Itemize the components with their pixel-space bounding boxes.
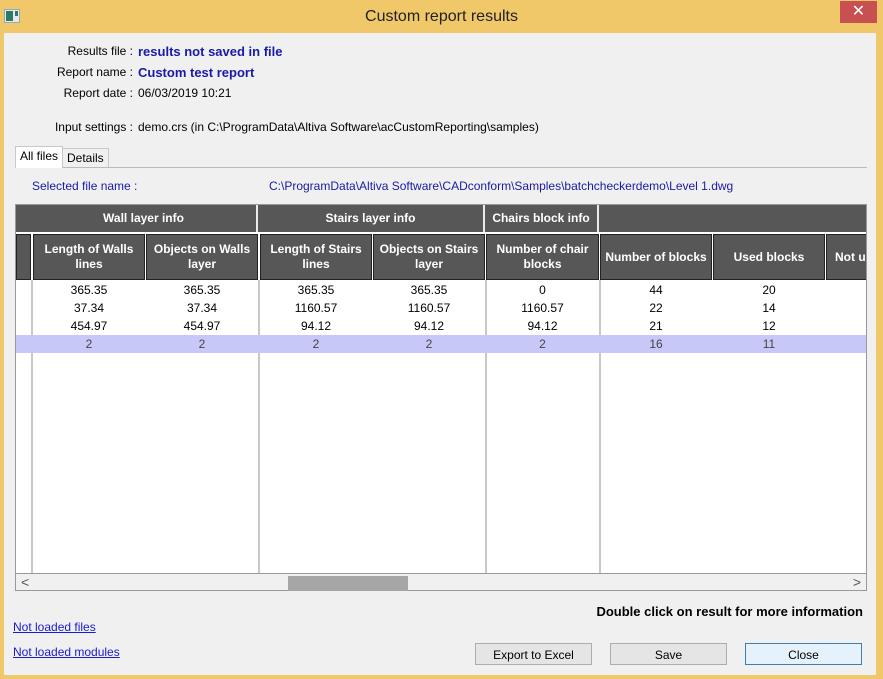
table-cell[interactable]: 94.12 <box>260 317 372 335</box>
column-header-objects-walls[interactable]: Objects on Walls layer <box>146 234 258 280</box>
row-header-corner <box>16 234 31 280</box>
table-cell[interactable]: 94.12 <box>486 317 599 335</box>
table-cell[interactable]: 1160.57 <box>260 299 372 317</box>
group-header-stairs: Stairs layer info <box>258 205 485 232</box>
tab-details[interactable]: Details <box>62 148 109 167</box>
table-cell[interactable]: 21 <box>600 317 712 335</box>
table-cell[interactable]: 2 <box>260 335 372 353</box>
close-button[interactable]: Close <box>745 643 862 665</box>
table-cell[interactable] <box>826 335 866 353</box>
export-to-excel-button[interactable]: Export to Excel <box>475 643 592 665</box>
column-header-not-used[interactable]: Not us <box>826 234 866 280</box>
input-settings-label: Input settings : <box>54 120 133 134</box>
report-date-label: Report date : <box>63 86 133 100</box>
table-cell[interactable]: 44 <box>600 281 712 299</box>
window-title: Custom report results <box>365 8 518 25</box>
dialog-body: Results file : results not saved in file… <box>4 33 876 675</box>
table-cell[interactable]: 1160.57 <box>373 299 485 317</box>
table-cell[interactable]: 37.34 <box>33 299 145 317</box>
results-file-value: results not saved in file <box>138 44 283 59</box>
results-file-label: Results file : <box>67 44 133 58</box>
all-files-panel: Selected file name : C:\ProgramData\Alti… <box>15 167 867 598</box>
table-cell[interactable]: 14 <box>713 299 825 317</box>
table-cell[interactable]: 12 <box>713 317 825 335</box>
report-name-label: Report name : <box>56 65 133 79</box>
table-cell[interactable]: 1160.57 <box>486 299 599 317</box>
table-cell[interactable]: 11 <box>713 335 825 353</box>
table-cell[interactable]: 365.35 <box>146 281 258 299</box>
table-cell[interactable]: 16 <box>600 335 712 353</box>
column-header-length-stairs[interactable]: Length of Stairs lines <box>260 234 372 280</box>
selected-file-value: C:\ProgramData\Altiva Software\CADconfor… <box>269 179 734 193</box>
input-settings-value: demo.crs (in C:\ProgramData\Altiva Softw… <box>138 120 539 134</box>
table-cell[interactable]: 2 <box>33 335 145 353</box>
not-loaded-modules-link[interactable]: Not loaded modules <box>13 645 120 659</box>
scroll-right-arrow-icon[interactable]: > <box>853 574 861 591</box>
table-cell[interactable]: 454.97 <box>146 317 258 335</box>
table-cell[interactable]: 2 <box>486 335 599 353</box>
table-cell[interactable]: 2 <box>373 335 485 353</box>
column-header-number-blocks[interactable]: Number of blocks <box>600 234 712 280</box>
table-cell[interactable]: 365.35 <box>260 281 372 299</box>
tab-all-files[interactable]: All files <box>15 146 64 168</box>
not-loaded-files-link[interactable]: Not loaded files <box>13 620 96 634</box>
group-header-wall: Wall layer info <box>31 205 258 232</box>
double-click-hint: Double click on result for more informat… <box>596 604 863 619</box>
scrollbar-thumb[interactable] <box>288 576 408 591</box>
table-cell[interactable]: 365.35 <box>33 281 145 299</box>
group-header-other <box>599 205 866 232</box>
table-cell[interactable]: 365.35 <box>373 281 485 299</box>
table-cell[interactable]: 22 <box>600 299 712 317</box>
title-bar: Custom report results ✕ <box>0 0 883 33</box>
table-cell[interactable]: 454.97 <box>33 317 145 335</box>
table-cell[interactable]: 94.12 <box>373 317 485 335</box>
table-cell[interactable]: 2 <box>146 335 258 353</box>
report-name-value: Custom test report <box>138 65 255 80</box>
table-cell[interactable] <box>826 281 866 299</box>
column-header-objects-stairs[interactable]: Objects on Stairs layer <box>373 234 485 280</box>
table-cell[interactable] <box>826 299 866 317</box>
table-cell[interactable]: 20 <box>713 281 825 299</box>
group-header-chairs: Chairs block info <box>485 205 599 232</box>
scroll-left-arrow-icon[interactable]: < <box>21 574 29 591</box>
selected-file-label: Selected file name : <box>32 179 138 193</box>
report-date-value: 06/03/2019 10:21 <box>138 86 232 100</box>
column-header-used-blocks[interactable]: Used blocks <box>713 234 825 280</box>
column-header-length-walls[interactable]: Length of Walls lines <box>33 234 145 280</box>
corner-header <box>16 205 31 232</box>
save-button[interactable]: Save <box>610 643 727 665</box>
table-cell[interactable]: 37.34 <box>146 299 258 317</box>
column-header-chair-blocks[interactable]: Number of chair blocks <box>486 234 599 280</box>
horizontal-scrollbar[interactable]: < > <box>15 574 867 591</box>
close-window-button[interactable]: ✕ <box>840 1 877 23</box>
table-cell[interactable] <box>826 317 866 335</box>
table-cell[interactable]: 0 <box>486 281 599 299</box>
results-grid[interactable]: Wall layer info Stairs layer info Chairs… <box>15 204 867 574</box>
